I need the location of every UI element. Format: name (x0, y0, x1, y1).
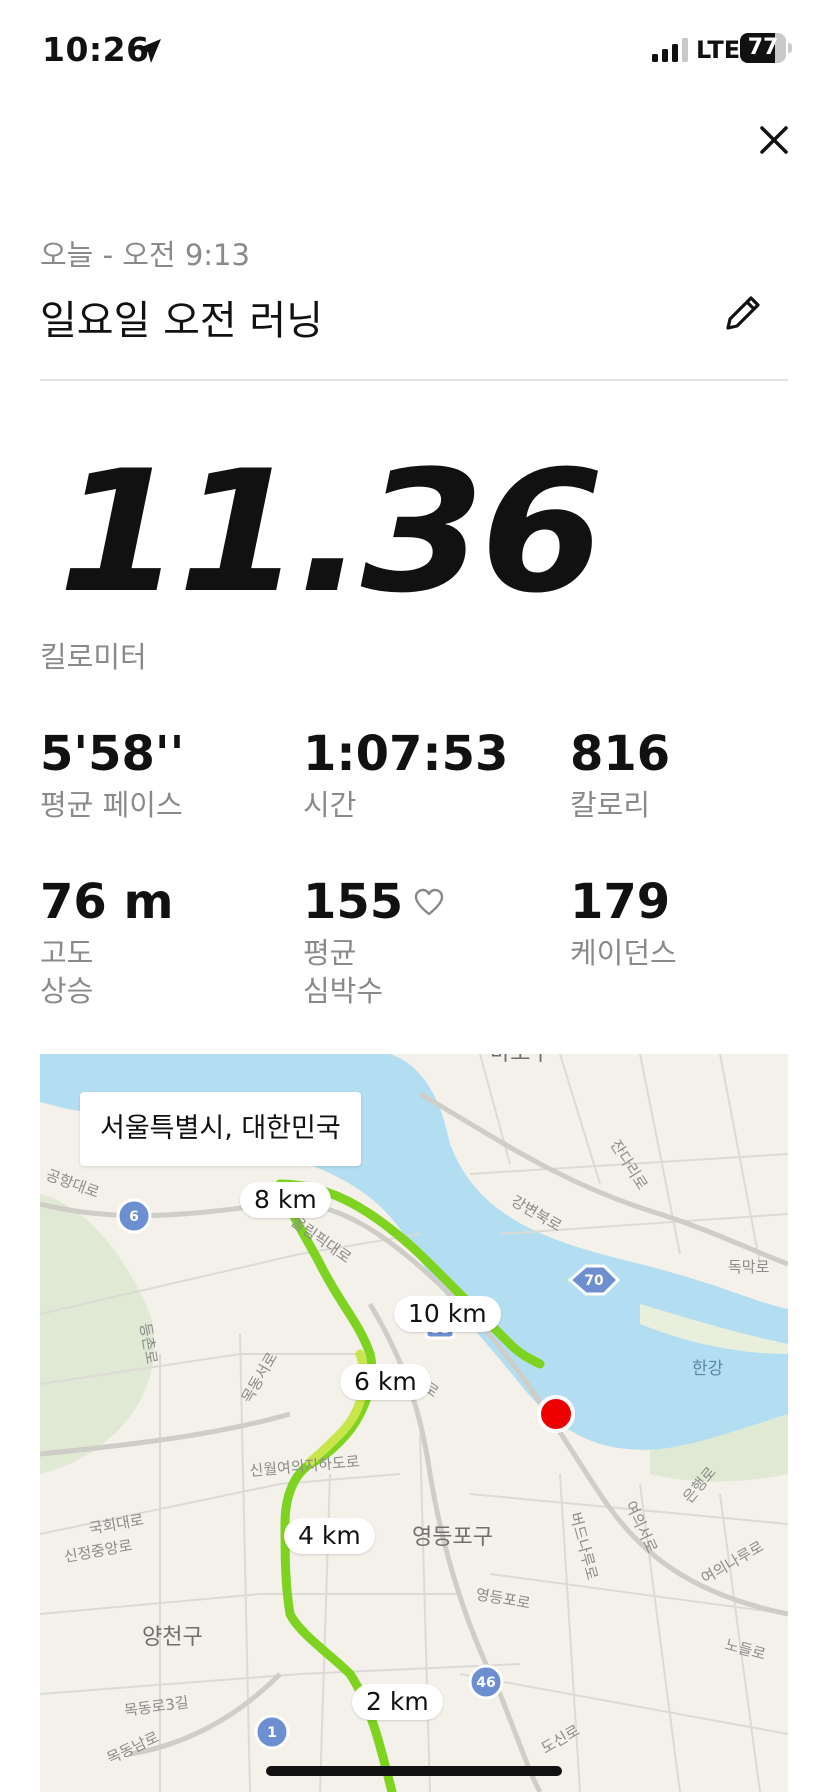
stat-pace: 5'58'' 평균 페이스 (40, 730, 184, 824)
calories-value: 816 (570, 726, 671, 782)
elevation-value: 76 m (40, 874, 174, 930)
time-value: 1:07:53 (303, 726, 509, 782)
distance-unit: 킬로미터 (40, 640, 147, 674)
heart-rate-label-line1: 평균 (303, 936, 357, 970)
park-area (40, 1194, 155, 1474)
heart-rate-label-line2: 심박수 (303, 974, 384, 1008)
map-road-label: 목동서로 (238, 1349, 281, 1406)
route-end-marker (537, 1395, 575, 1433)
pace-label: 평균 페이스 (40, 788, 183, 822)
cadence-label: 케이던스 (570, 936, 677, 970)
edit-pencil-icon[interactable] (718, 288, 768, 338)
distance-value: 11.36 (58, 434, 604, 630)
route-badge-number: 46 (476, 1675, 495, 1691)
stat-elevation: 76 m 고도 상승 (40, 878, 174, 1010)
map-road-label: 도신로 (538, 1721, 583, 1757)
header-divider (40, 379, 788, 381)
activity-title: 일요일 오전 러닝 (40, 298, 324, 344)
map-road-label: 국회대로 (88, 1511, 146, 1538)
cadence-value: 179 (570, 874, 671, 930)
stat-calories: 816 칼로리 (570, 730, 670, 824)
route-badge-46: 46 (468, 1664, 504, 1700)
home-indicator[interactable] (266, 1766, 562, 1776)
time-label: 시간 (303, 788, 357, 822)
elevation-label-line1: 고도 (40, 936, 94, 970)
km-marker-6: 6 km (340, 1364, 431, 1400)
close-button[interactable] (752, 118, 796, 162)
map-district-label: 마포구 (490, 1054, 551, 1066)
stat-heart-rate: 155 평균 심박수 (303, 878, 445, 1010)
map-road-label: 신정중앙로 (63, 1536, 134, 1566)
route-badge-6: 6 (116, 1198, 152, 1234)
calories-label: 칼로리 (570, 788, 651, 822)
cellular-signal-icon (652, 38, 688, 62)
map-road-label: 버드나루로 (566, 1510, 601, 1582)
map-road-label: 독막로 (728, 1258, 770, 1276)
route-badge-1: 1 (254, 1714, 290, 1750)
map-road-label: 공항대로 (44, 1166, 102, 1202)
km-marker-4: 4 km (284, 1518, 375, 1554)
km-marker-8: 8 km (240, 1182, 331, 1218)
map-district-label: 영등포구 (412, 1525, 493, 1550)
heart-rate-value: 155 (303, 874, 404, 930)
battery-level: 77 (747, 35, 779, 60)
map-district-label: 양천구 (142, 1625, 203, 1650)
map-road-label: 목동로3길 (123, 1693, 190, 1720)
elevation-label-line2: 상승 (40, 974, 94, 1008)
pace-value: 5'58'' (40, 726, 185, 782)
route-badge-number: 6 (129, 1209, 139, 1225)
km-marker-10: 10 km (394, 1296, 501, 1332)
map-road-label: 영등포로 (474, 1585, 532, 1612)
km-marker-2: 2 km (352, 1684, 443, 1720)
location-arrow-icon (137, 39, 161, 63)
network-type: LTE (696, 36, 741, 64)
route-badge-number: 70 (584, 1273, 604, 1289)
map-road-label: 노들로 (723, 1635, 768, 1663)
activity-date: 오늘 - 오전 9:13 (40, 238, 250, 272)
map-location-label: 서울특별시, 대한민국 (80, 1092, 361, 1166)
stat-time: 1:07:53 시간 (303, 730, 508, 824)
stat-cadence: 179 케이던스 (570, 878, 677, 972)
map-road-label: 한강 (692, 1359, 724, 1379)
battery-icon: 77 (740, 33, 792, 63)
map-road-label: 목동남로 (104, 1728, 162, 1768)
route-badge-number: 1 (267, 1725, 277, 1741)
map-road-label: 신월여의지하도로 (249, 1452, 361, 1480)
heart-icon (415, 888, 444, 916)
